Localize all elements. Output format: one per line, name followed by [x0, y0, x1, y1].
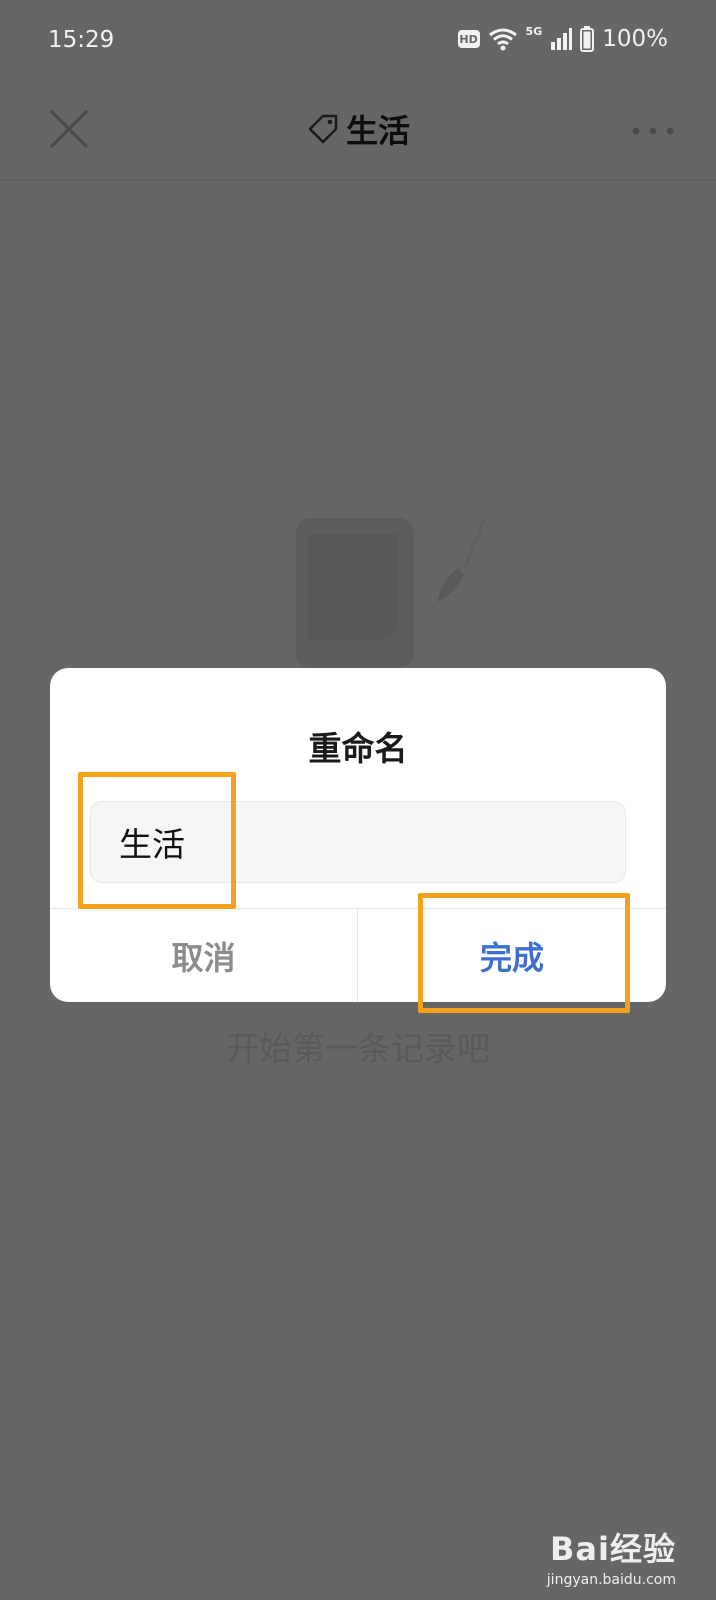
status-indicators: HD 5G 100%	[457, 24, 668, 52]
done-button[interactable]: 完成	[358, 909, 666, 1002]
more-icon	[632, 127, 674, 135]
status-time: 15:29	[48, 27, 115, 53]
network-type: 5G	[525, 24, 543, 38]
cancel-button[interactable]: 取消	[50, 909, 357, 1002]
hd-badge: HD	[457, 30, 480, 48]
battery-level: 100%	[602, 26, 668, 52]
battery-icon	[580, 26, 595, 52]
rename-input[interactable]	[90, 801, 626, 883]
rename-dialog: 重命名 取消 完成	[50, 668, 666, 1002]
watermark-url: jingyan.baidu.com	[546, 1572, 676, 1588]
header-title-group: 生活	[0, 106, 716, 152]
status-bar: 15:29 HD 5G 100%	[0, 0, 716, 84]
header: 生活	[0, 84, 716, 181]
watermark-logo: Bai经验	[550, 1530, 676, 1568]
empty-state-text: 开始第一条记录吧	[226, 1029, 490, 1068]
wifi-icon	[488, 28, 517, 51]
watermark: Bai经验 jingyan.baidu.com	[547, 1524, 676, 1588]
more-button[interactable]	[628, 106, 678, 156]
signal-icon	[551, 28, 573, 50]
tag-icon	[308, 114, 338, 144]
note-brush-illustration	[286, 510, 496, 670]
page-title: 生活	[345, 112, 410, 150]
dialog-title: 重命名	[308, 729, 408, 768]
